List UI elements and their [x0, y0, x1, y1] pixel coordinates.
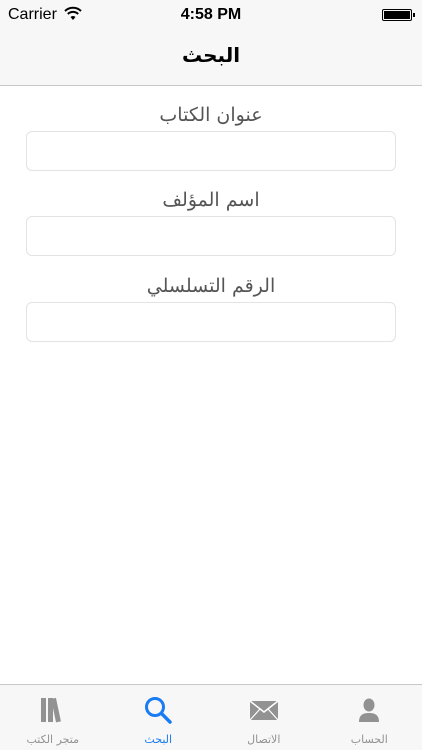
tab-search-label: البحث — [144, 733, 173, 746]
author-name-label: اسم المؤلف — [162, 189, 260, 211]
tab-bookstore[interactable]: متجر الكتب — [0, 685, 106, 750]
book-title-input[interactable] — [26, 131, 396, 171]
navigation-bar: البحث — [0, 30, 422, 86]
tab-account-label: الحساب — [350, 733, 388, 746]
tab-bar: متجر الكتب البحث الاتصال الحساب — [0, 684, 422, 750]
tab-contact[interactable]: الاتصال — [211, 685, 317, 750]
page-title: البحث — [181, 43, 241, 67]
search-icon — [145, 697, 172, 724]
status-time: 4:58 PM — [180, 6, 242, 23]
app-screen: Carrier 4:58 PM البحث عنوان الكتاب اسم ا… — [0, 0, 422, 750]
author-name-input[interactable] — [26, 216, 396, 256]
tab-account[interactable]: الحساب — [317, 685, 422, 750]
serial-number-label: الرقم التسلسلي — [146, 275, 276, 297]
books-icon — [40, 697, 61, 723]
battery-icon — [382, 9, 415, 21]
tab-contact-label: الاتصال — [247, 733, 281, 746]
person-icon — [359, 698, 380, 722]
tab-bookstore-label: متجر الكتب — [26, 733, 79, 746]
serial-number-input[interactable] — [26, 302, 396, 342]
envelope-icon — [249, 700, 279, 721]
tab-search[interactable]: البحث — [106, 685, 212, 750]
book-title-label: عنوان الكتاب — [159, 104, 263, 126]
status-bar: Carrier 4:58 PM — [0, 0, 422, 30]
